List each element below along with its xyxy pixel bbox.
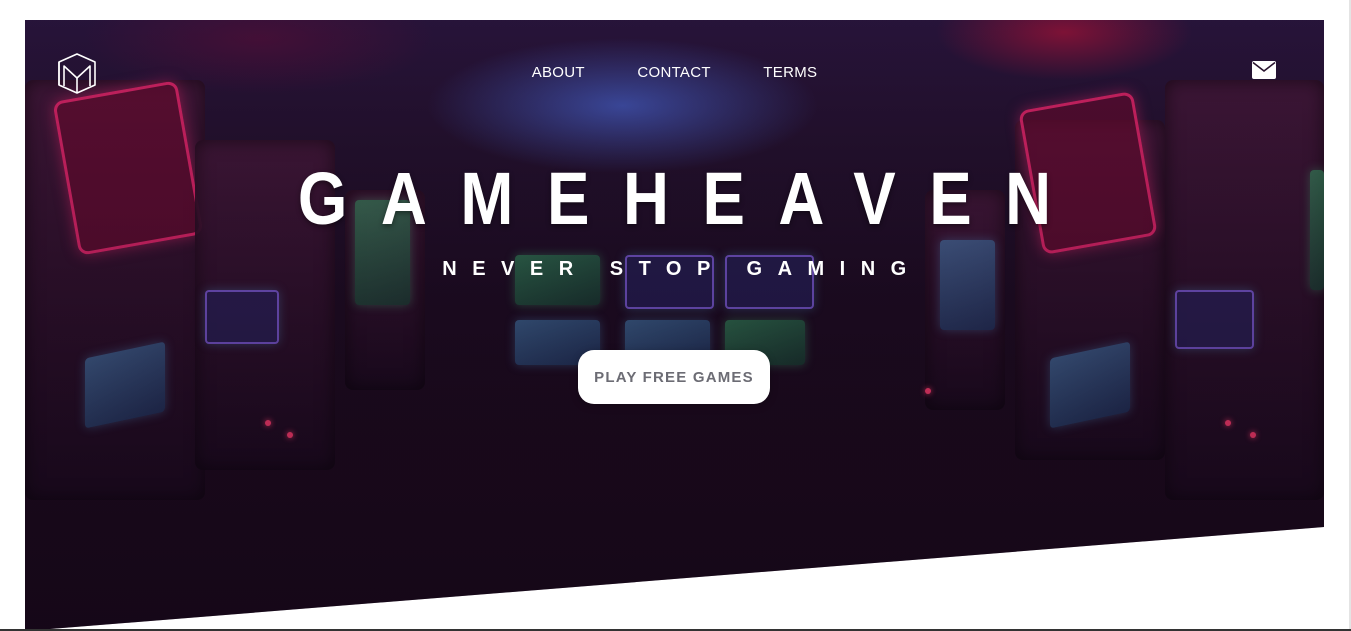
nav-link-terms[interactable]: TERMS: [763, 64, 817, 81]
nav-link-about[interactable]: ABOUT: [532, 64, 585, 81]
main-nav: ABOUT CONTACT TERMS: [25, 64, 1324, 81]
play-free-games-button[interactable]: PLAY FREE GAMES: [578, 350, 770, 404]
nav-link-contact[interactable]: CONTACT: [637, 64, 710, 81]
hero-banner: ABOUT CONTACT TERMS GAMEHEAVEN NEVER STO…: [25, 20, 1324, 631]
envelope-icon[interactable]: [1252, 61, 1276, 79]
page: ABOUT CONTACT TERMS GAMEHEAVEN NEVER STO…: [0, 0, 1351, 631]
hero-title: GAMEHEAVEN: [297, 157, 1085, 240]
hero-subtitle: NEVER STOP GAMING: [442, 258, 922, 280]
